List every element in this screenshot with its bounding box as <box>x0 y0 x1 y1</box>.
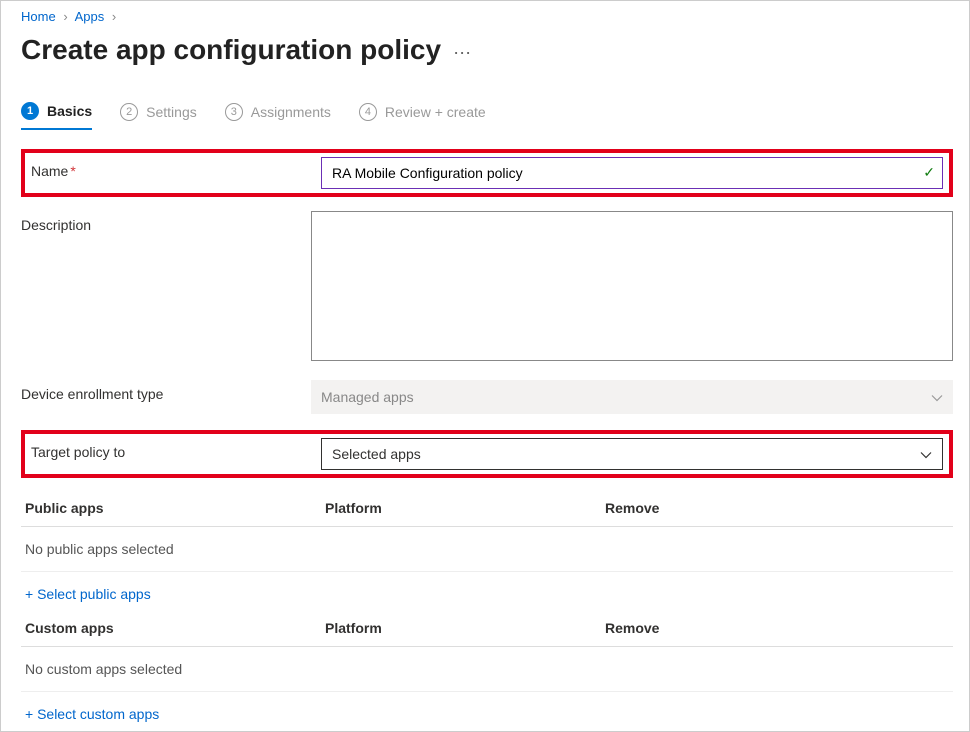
custom-apps-header: Custom apps Platform Remove <box>21 612 953 647</box>
breadcrumb-apps[interactable]: Apps <box>75 9 105 24</box>
name-label: Name* <box>31 157 321 179</box>
col-platform: Platform <box>325 620 605 636</box>
page-root: Home › Apps › Create app configuration p… <box>0 0 970 732</box>
select-public-apps-link[interactable]: + Select public apps <box>21 572 953 608</box>
page-title: Create app configuration policy <box>21 34 441 66</box>
step-number-icon: 2 <box>120 103 138 121</box>
tab-label: Basics <box>47 103 92 119</box>
enrollment-type-label: Device enrollment type <box>21 380 311 402</box>
step-number-icon: 4 <box>359 103 377 121</box>
target-policy-value: Selected apps <box>332 446 421 462</box>
required-icon: * <box>70 163 75 179</box>
chevron-right-icon: › <box>112 9 116 24</box>
col-public-apps: Public apps <box>25 500 325 516</box>
enrollment-type-select: Managed apps <box>311 380 953 414</box>
select-custom-apps-link[interactable]: + Select custom apps <box>21 692 953 728</box>
col-custom-apps: Custom apps <box>25 620 325 636</box>
step-number-icon: 3 <box>225 103 243 121</box>
public-apps-empty-text: No public apps selected <box>25 541 174 557</box>
more-actions-icon[interactable]: ⋯ <box>453 38 471 62</box>
name-input[interactable] <box>321 157 943 189</box>
tab-settings[interactable]: 2 Settings <box>120 102 197 130</box>
tab-label: Review + create <box>385 104 486 120</box>
description-input[interactable] <box>311 211 953 361</box>
col-remove: Remove <box>605 620 949 636</box>
description-label: Description <box>21 211 311 233</box>
col-remove: Remove <box>605 500 949 516</box>
col-platform: Platform <box>325 500 605 516</box>
public-apps-empty-row: No public apps selected <box>21 527 953 572</box>
highlight-target-row: Target policy to Selected apps <box>21 430 953 478</box>
tab-basics[interactable]: 1 Basics <box>21 102 92 130</box>
target-policy-select[interactable]: Selected apps <box>321 438 943 470</box>
tab-label: Settings <box>146 104 197 120</box>
breadcrumb-home[interactable]: Home <box>21 9 56 24</box>
step-number-icon: 1 <box>21 102 39 120</box>
chevron-down-icon <box>920 448 932 460</box>
wizard-tabs: 1 Basics 2 Settings 3 Assignments 4 Revi… <box>21 102 953 131</box>
highlight-name-row: Name* ✓ <box>21 149 953 197</box>
chevron-down-icon <box>931 391 943 403</box>
custom-apps-empty-text: No custom apps selected <box>25 661 182 677</box>
tab-label: Assignments <box>251 104 331 120</box>
enrollment-type-value: Managed apps <box>321 389 414 405</box>
breadcrumb: Home › Apps › <box>21 9 953 24</box>
public-apps-header: Public apps Platform Remove <box>21 492 953 527</box>
checkmark-icon: ✓ <box>923 164 935 181</box>
target-policy-label: Target policy to <box>31 438 321 460</box>
tab-assignments[interactable]: 3 Assignments <box>225 102 331 130</box>
tab-review-create[interactable]: 4 Review + create <box>359 102 486 130</box>
chevron-right-icon: › <box>63 9 67 24</box>
custom-apps-empty-row: No custom apps selected <box>21 647 953 692</box>
